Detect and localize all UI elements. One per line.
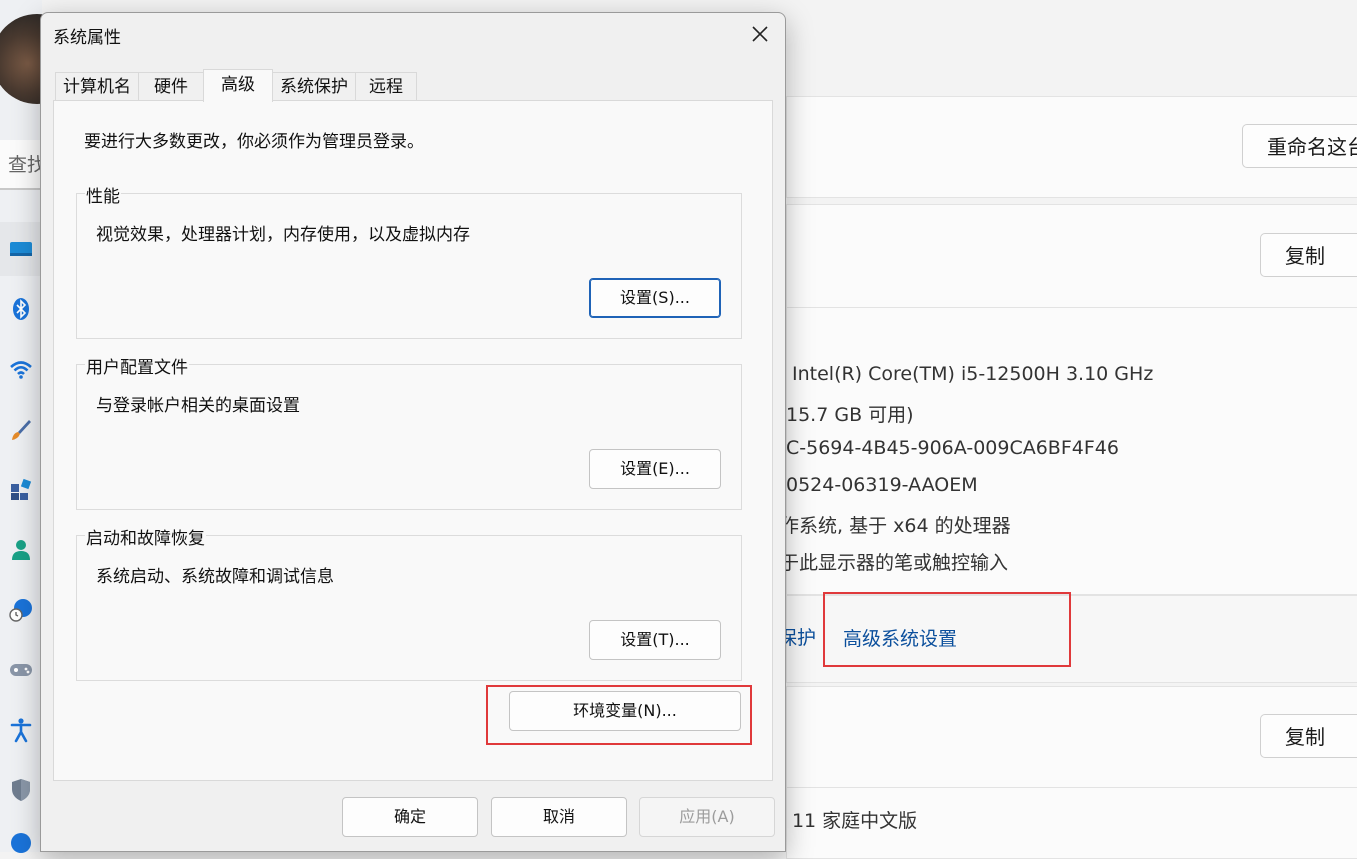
copy-windows-spec-button[interactable]: 复制 <box>1260 714 1357 758</box>
accessibility-icon[interactable] <box>8 717 34 743</box>
performance-group-title: 性能 <box>85 182 121 207</box>
tab-computer-name[interactable]: 计算机名 <box>55 72 139 101</box>
system-type-value: 作系统, 基于 x64 的处理器 <box>780 515 1011 537</box>
highlight-box-env-button <box>486 685 752 745</box>
pen-touch-value: 于此显示器的笔或触控输入 <box>780 552 1009 574</box>
ok-button[interactable]: 确定 <box>342 797 478 837</box>
performance-group: 性能 视觉效果，处理器计划，内存使用，以及虚拟内存 设置(S)... <box>76 182 742 339</box>
cancel-button[interactable]: 取消 <box>491 797 627 837</box>
performance-settings-button[interactable]: 设置(S)... <box>589 278 721 318</box>
time-language-icon[interactable] <box>8 597 34 623</box>
startup-recovery-description: 系统启动、系统故障和调试信息 <box>96 567 334 587</box>
brush-icon[interactable] <box>8 417 34 443</box>
accounts-icon[interactable] <box>8 537 34 563</box>
tab-advanced[interactable]: 高级 <box>203 69 273 102</box>
system-properties-dialog: 系统属性 计算机名 硬件 高级 系统保护 远程 要进行大多数更改，你必须作为管理… <box>40 12 786 852</box>
user-profiles-group: 用户配置文件 与登录帐户相关的桌面设置 设置(E)... <box>76 353 742 510</box>
performance-description: 视觉效果，处理器计划，内存使用，以及虚拟内存 <box>96 225 470 245</box>
wifi-icon[interactable] <box>8 357 34 383</box>
update-icon[interactable] <box>8 830 34 856</box>
admin-note: 要进行大多数更改，你必须作为管理员登录。 <box>84 132 424 152</box>
system-icon[interactable] <box>8 236 34 262</box>
tab-remote[interactable]: 远程 <box>355 72 417 101</box>
search-input[interactable]: 查找 <box>0 140 44 190</box>
ram-value: 15.7 GB 可用) <box>786 404 914 426</box>
gaming-icon[interactable] <box>8 657 34 683</box>
edition-value: s 11 家庭中文版 <box>776 810 918 832</box>
copy-specs-button[interactable]: 复制 <box>1260 233 1357 277</box>
device-id-value: C-5694-4B45-906A-009CA6BF4F46 <box>786 437 1119 459</box>
tab-hardware[interactable]: 硬件 <box>138 72 204 101</box>
highlight-box-advanced-link <box>823 592 1071 667</box>
advanced-tab-panel: 要进行大多数更改，你必须作为管理员登录。 性能 视觉效果，处理器计划，内存使用，… <box>53 100 773 781</box>
processor-value: Intel(R) Core(TM) i5-12500H 3.10 GHz <box>792 363 1154 385</box>
close-button[interactable] <box>745 19 775 49</box>
user-profiles-description: 与登录帐户相关的桌面设置 <box>96 396 300 416</box>
startup-recovery-group-title: 启动和故障恢复 <box>85 524 206 549</box>
apply-button[interactable]: 应用(A) <box>639 797 775 837</box>
bluetooth-icon[interactable] <box>8 296 34 322</box>
product-id-value: 0524-06319-AAOEM <box>786 474 978 496</box>
user-profiles-settings-button[interactable]: 设置(E)... <box>589 449 721 489</box>
startup-recovery-settings-button[interactable]: 设置(T)... <box>589 620 721 660</box>
rename-pc-button[interactable]: 重命名这台 <box>1242 124 1357 168</box>
dialog-title: 系统属性 <box>53 28 121 48</box>
tab-system-protection[interactable]: 系统保护 <box>272 72 356 101</box>
apps-icon[interactable] <box>8 477 34 503</box>
startup-recovery-group: 启动和故障恢复 系统启动、系统故障和调试信息 设置(T)... <box>76 524 742 681</box>
close-icon <box>752 26 768 42</box>
user-profiles-group-title: 用户配置文件 <box>85 353 189 378</box>
privacy-shield-icon[interactable] <box>8 777 34 803</box>
